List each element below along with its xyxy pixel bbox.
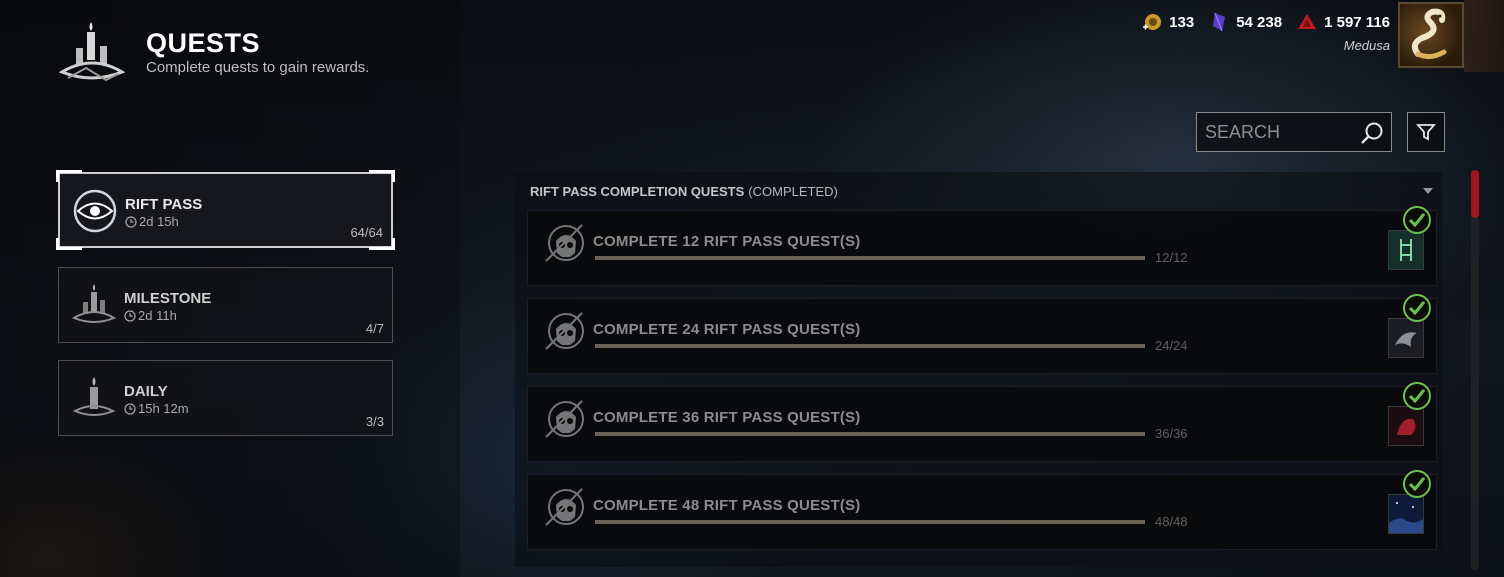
search-input[interactable] xyxy=(1205,113,1355,151)
avatar[interactable] xyxy=(1398,2,1464,68)
auric-cells-icon xyxy=(1298,14,1317,29)
crow-reward-icon xyxy=(1389,319,1423,357)
candles-icon xyxy=(58,22,126,82)
shard-icon xyxy=(1213,12,1226,32)
progress-fill xyxy=(595,520,1145,524)
player-name: Medusa xyxy=(1343,38,1390,53)
page-subtitle: Complete quests to gain rewards. xyxy=(146,59,370,76)
clock-icon xyxy=(124,309,136,322)
avatar-frame-edge xyxy=(1464,0,1504,72)
scrollbar-thumb[interactable] xyxy=(1471,170,1479,218)
quest-progress-bar xyxy=(595,256,1145,260)
iridescent-shards: 54 238 xyxy=(1208,11,1282,33)
red-reward-icon xyxy=(1389,407,1423,445)
category-timer-text: 2d 11h xyxy=(138,308,177,323)
section-header[interactable]: RIFT PASS COMPLETION QUESTS (COMPLETED) xyxy=(515,172,1442,210)
quest-count: 24/24 xyxy=(1155,338,1188,353)
quest-row[interactable]: COMPLETE 48 RIFT PASS QUEST(S) 48/48 xyxy=(527,470,1437,550)
scrollbar-track[interactable] xyxy=(1471,170,1479,570)
quest-count: 48/48 xyxy=(1155,514,1188,529)
quest-row[interactable]: COMPLETE 36 RIFT PASS QUEST(S) 36/36 xyxy=(527,382,1437,462)
category-rift-pass[interactable]: RIFT PASS 2d 15h 64/64 xyxy=(56,170,395,250)
check-icon xyxy=(1403,206,1431,234)
auric-cells-value: 1 597 116 xyxy=(1324,13,1390,31)
search-icon[interactable] xyxy=(1359,120,1385,146)
shards-value: 54 238 xyxy=(1236,13,1283,31)
category-timer: 2d 11h xyxy=(124,308,177,323)
currency-bar: 133 54 238 1 597 116 xyxy=(1141,11,1390,33)
chevron-down-icon[interactable] xyxy=(1422,186,1434,196)
search-box[interactable] xyxy=(1196,112,1392,152)
skull-rift-icon xyxy=(545,312,584,350)
check-icon xyxy=(1403,382,1431,410)
quest-row[interactable]: COMPLETE 24 RIFT PASS QUEST(S) 24/24 xyxy=(527,294,1437,374)
category-daily[interactable]: DAILY 15h 12m 3/3 xyxy=(58,360,393,436)
category-timer-text: 2d 15h xyxy=(139,214,179,229)
candles-icon xyxy=(71,284,117,323)
check-icon xyxy=(1403,470,1431,498)
quest-title: COMPLETE 12 RIFT PASS QUEST(S) xyxy=(593,233,861,250)
reward-thumbnail[interactable] xyxy=(1388,318,1424,358)
category-count: 4/7 xyxy=(365,321,384,336)
snake-portrait-icon xyxy=(1411,8,1447,60)
category-label: MILESTONE xyxy=(124,290,212,307)
bloodpoints[interactable]: 133 xyxy=(1141,11,1194,33)
category-timer: 2d 15h xyxy=(125,214,179,229)
page-title: QUESTS xyxy=(146,28,261,58)
clock-icon xyxy=(124,402,136,415)
category-milestone[interactable]: MILESTONE 2d 11h 4/7 xyxy=(58,267,393,343)
quest-progress-bar xyxy=(595,520,1145,524)
bloodpoints-value: 133 xyxy=(1169,13,1195,31)
reward-thumbnail[interactable] xyxy=(1388,494,1424,534)
reward-thumbnail[interactable] xyxy=(1388,406,1424,446)
quest-count: 36/36 xyxy=(1155,426,1188,441)
auric-cells: 1 597 116 xyxy=(1296,11,1390,33)
check-icon xyxy=(1403,294,1431,322)
selection-corner xyxy=(56,170,82,182)
selection-corner xyxy=(369,170,395,182)
skull-rift-icon xyxy=(545,224,584,262)
filter-icon xyxy=(1416,124,1436,141)
rift-eye-icon xyxy=(73,189,117,233)
quest-progress-bar xyxy=(595,432,1145,436)
page-header: QUESTS Complete quests to gain rewards. xyxy=(56,18,369,90)
clock-icon xyxy=(125,215,137,228)
section-title: RIFT PASS COMPLETION QUESTS xyxy=(530,183,745,199)
quest-panel: RIFT PASS COMPLETION QUESTS (COMPLETED) … xyxy=(515,172,1442,567)
selection-corner xyxy=(56,238,82,250)
skull-rift-icon xyxy=(545,488,584,526)
category-count: 64/64 xyxy=(350,225,383,240)
charm-reward-icon xyxy=(1389,231,1423,269)
progress-fill xyxy=(595,432,1145,436)
progress-fill xyxy=(595,256,1145,260)
night-reward-icon xyxy=(1389,495,1423,533)
quest-title: COMPLETE 48 RIFT PASS QUEST(S) xyxy=(593,497,861,514)
quest-progress-bar xyxy=(595,344,1145,348)
category-count: 3/3 xyxy=(365,414,384,429)
quest-title: COMPLETE 36 RIFT PASS QUEST(S) xyxy=(593,409,861,426)
category-label: RIFT PASS xyxy=(125,196,203,213)
bloodpoints-icon xyxy=(1143,14,1162,30)
quest-title: COMPLETE 24 RIFT PASS QUEST(S) xyxy=(593,321,861,338)
reward-thumbnail[interactable] xyxy=(1388,230,1424,270)
category-timer: 15h 12m xyxy=(124,401,189,416)
candle-icon xyxy=(72,377,116,416)
filter-button[interactable] xyxy=(1407,112,1445,152)
skull-rift-icon xyxy=(545,400,584,438)
quest-count: 12/12 xyxy=(1155,250,1188,265)
progress-fill xyxy=(595,344,1145,348)
section-status: (COMPLETED) xyxy=(748,183,838,199)
category-timer-text: 15h 12m xyxy=(138,401,189,416)
category-label: DAILY xyxy=(124,383,168,400)
quest-row[interactable]: COMPLETE 12 RIFT PASS QUEST(S) 12/12 xyxy=(527,206,1437,286)
